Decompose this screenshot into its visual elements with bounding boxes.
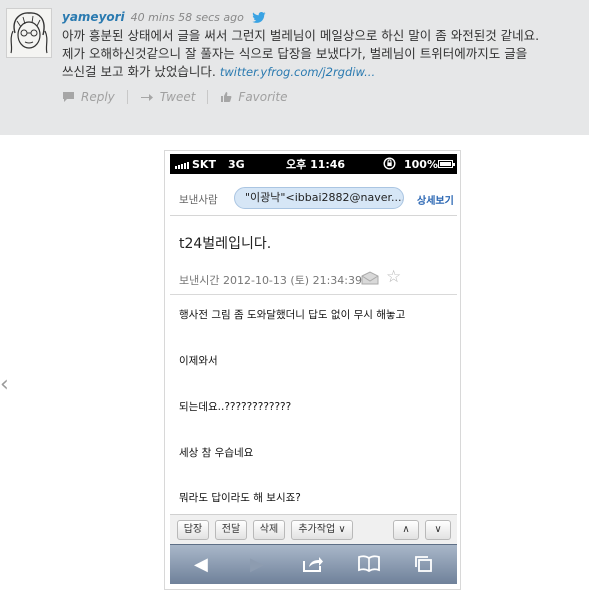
- retweet-icon: [140, 94, 153, 101]
- more-actions-button[interactable]: 추가작업 ∨: [291, 520, 353, 540]
- detail-button[interactable]: 상세보기: [417, 192, 454, 207]
- browser-navbar: ◀ ▶: [170, 544, 457, 584]
- tweet-card: yameyori 40 mins 58 secs ago 아까 흥분된 상태에서 …: [0, 0, 589, 135]
- header-divider: [170, 294, 457, 295]
- user-avatar[interactable]: [6, 8, 52, 58]
- next-email-button[interactable]: ∨: [425, 520, 451, 540]
- forward-email-button[interactable]: 전달: [215, 520, 247, 540]
- reply-label: Reply: [81, 90, 115, 104]
- email-header: 보낸사람 "이광낙"<ibbai2882@naver.... 상세보기: [170, 180, 457, 216]
- network-label: 3G: [227, 157, 245, 171]
- left-chevron-icon[interactable]: ‹: [0, 372, 9, 397]
- battery-icon: [438, 160, 455, 168]
- avatar-sketch-icon: [10, 12, 48, 54]
- tabs-icon[interactable]: [414, 555, 434, 578]
- delete-email-button[interactable]: 삭제: [253, 520, 285, 540]
- share-icon[interactable]: [302, 555, 324, 578]
- favorite-button[interactable]: Favorite: [220, 90, 287, 104]
- email-subject: t24벌레입니다.: [179, 236, 272, 252]
- favorite-icon: [221, 92, 232, 102]
- status-bar: SKT 3G 오후 11:46 100%: [170, 154, 457, 174]
- from-label: 보낸사람: [179, 194, 218, 206]
- tweet-media-link[interactable]: twitter.yfrog.com/j2rgdiw...: [220, 65, 375, 79]
- retweet-label: Tweet: [159, 90, 196, 104]
- battery-percent: 100%: [404, 157, 438, 171]
- clock: 오후 11:46: [286, 158, 346, 171]
- envelope-icon[interactable]: [361, 270, 379, 289]
- sent-time: 보낸시간 2012-10-13 (토) 21:34:39: [179, 274, 363, 287]
- rotation-lock-icon: [383, 157, 396, 173]
- tweet-text: 아까 흥분된 상태에서 글을 써서 그런지 벌레님이 메일상으로 하신 말이 좀…: [62, 27, 584, 81]
- favorite-label: Favorite: [238, 90, 288, 104]
- tweet-meta: yameyori 40 mins 58 secs ago: [62, 10, 266, 26]
- tweet-text-line: 쓰신걸 보고 화가 났었습니다.: [62, 64, 216, 79]
- username-link[interactable]: yameyori: [62, 10, 125, 24]
- star-icon[interactable]: ☆: [386, 267, 401, 287]
- retweet-button[interactable]: Tweet: [140, 90, 196, 104]
- email-body-line: 뭐라도 답이라도 해 보시죠?: [179, 492, 301, 504]
- email-body-line: 세상 참 우습네요: [179, 447, 254, 459]
- carrier-label: SKT: [192, 157, 216, 171]
- tweet-text-line: 제가 오해하신것같으니 잘 풀자는 식으로 답장을 보냈다가, 벌레님이 트위터…: [62, 46, 528, 61]
- signal-icon: [175, 160, 189, 169]
- previous-email-button[interactable]: ∧: [393, 520, 419, 540]
- reply-email-button[interactable]: 답장: [177, 520, 209, 540]
- reply-button[interactable]: Reply: [62, 90, 115, 104]
- email-toolbar: 답장 전달 삭제 추가작업 ∨ ∧ ∨: [170, 514, 457, 544]
- back-icon[interactable]: ◀: [194, 555, 208, 575]
- tweet-timestamp[interactable]: 40 mins 58 secs ago: [131, 11, 244, 24]
- bookmarks-icon[interactable]: [357, 555, 381, 578]
- forward-icon[interactable]: ▶: [250, 555, 264, 575]
- reply-icon: [63, 92, 74, 102]
- phone-screenshot: SKT 3G 오후 11:46 100% 보낸사람 "이광낙"<ibbai288…: [164, 150, 461, 590]
- action-divider: [207, 90, 209, 104]
- email-body-line: 이제와서: [179, 355, 218, 367]
- twitter-bird-icon: [252, 12, 266, 26]
- sender-chip[interactable]: "이광낙"<ibbai2882@naver....: [234, 187, 404, 209]
- email-body-line: 되는데요..????????????: [179, 401, 292, 413]
- action-divider: [126, 90, 128, 104]
- tweet-actions: Reply Tweet Favorite: [62, 90, 287, 104]
- email-body-line: 행사전 그림 좀 도와달했더니 답도 없이 무시 해놓고: [179, 309, 406, 321]
- tweet-text-line: 아까 흥분된 상태에서 글을 써서 그런지 벌레님이 메일상으로 하신 말이 좀…: [62, 28, 540, 43]
